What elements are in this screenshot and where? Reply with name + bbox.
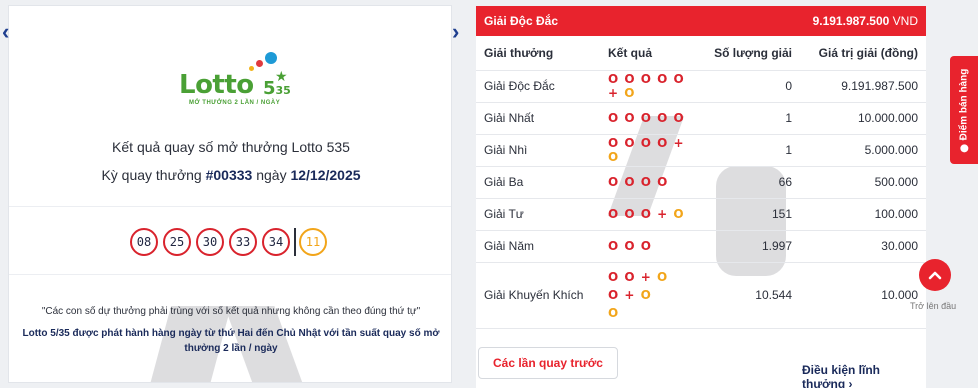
prize-value: 100.000 [800,198,926,231]
match-pattern: O O + O O + O O [600,262,696,329]
prize-value: 10.000 [800,262,926,329]
prize-table: Giải thưởng Kết quả Số lượng giải Giá tr… [476,36,926,329]
jackpot-value: 9.191.987.500 VND [812,14,918,28]
divider [9,206,451,207]
table-row: Giải Độc Đắc O O O O O + O 0 9.191.987.5… [476,70,926,103]
table-row: Giải Khuyến Khích O O + O O + O O 10.544… [476,262,926,329]
table-header-row: Giải thưởng Kết quả Số lượng giải Giá tr… [476,36,926,71]
divider [9,274,451,275]
col-header-result: Kết quả [600,36,696,71]
number-ball: 08 [130,228,158,256]
prize-name: Giải Tư [476,198,600,231]
prize-count: 1.997 [696,230,800,263]
prize-name: Giải Nhì [476,134,600,167]
previous-draws-button[interactable]: Các lần quay trước [478,347,618,379]
col-header-value: Giá trị giải (đồng) [800,36,926,71]
matching-note: "Các con số dự thưởng phải trùng với số … [41,306,421,317]
prize-name: Giải Năm [476,230,600,263]
table-row: Giải Tư O O O + O 151 100.000 [476,198,926,231]
prize-value: 500.000 [800,166,926,199]
table-row: Giải Nhất O O O O O 1 10.000.000 [476,102,926,135]
prize-value: 10.000.000 [800,102,926,135]
prize-name: Giải Nhất [476,102,600,135]
sales-points-tab[interactable]: Điểm bán hàng [950,56,978,164]
match-pattern: O O O O O + O [600,70,696,103]
prize-count: 151 [696,198,800,231]
back-to-top-label: Trở lên đầu [910,301,957,311]
draw-period: Kỳ quay thưởng #00333 ngày 12/12/2025 [101,167,361,183]
chevron-right-icon[interactable]: › [452,21,468,43]
lotto-535-logo: Lotto 535 ★ MỞ THƯỞNG 2 LẦN / NGÀY [179,50,299,110]
col-header-count: Số lượng giải [696,36,800,71]
prize-count: 1 [696,102,800,135]
match-pattern: O O O O [600,166,696,199]
prize-value: 30.000 [800,230,926,263]
back-to-top-button[interactable] [919,259,951,291]
chevron-up-icon [928,271,942,280]
jackpot-label: Giải Độc Đắc [484,14,559,28]
match-pattern: O O O O + O [600,134,696,167]
prize-count: 0 [696,70,800,103]
match-pattern: O O O O O [600,102,696,135]
winning-numbers: 08 25 30 33 34 11 [130,228,332,256]
location-pin-icon [960,143,968,152]
prize-count: 66 [696,166,800,199]
star-icon: ★ [275,68,288,84]
prize-table-panel: Giải Độc Đắc 9.191.987.500 VND Giải thưở… [476,6,926,388]
number-ball: 33 [229,228,257,256]
prize-count: 10.544 [696,262,800,329]
page: Lotto 535 ★ MỞ THƯỞNG 2 LẦN / NGÀY Kết q… [0,0,978,388]
table-row: Giải Năm O O O 1.997 30.000 [476,230,926,263]
special-number-ball: 11 [299,228,327,256]
match-pattern: O O O [600,230,696,263]
prize-name: Giải Khuyến Khích [476,262,600,329]
col-header-prize: Giải thưởng [476,36,600,71]
number-ball: 25 [163,228,191,256]
jackpot-bar: Giải Độc Đắc 9.191.987.500 VND [476,6,926,36]
match-pattern: O O O + O [600,198,696,231]
prize-count: 1 [696,134,800,167]
prize-name: Giải Độc Đắc [476,70,600,103]
prize-name: Giải Ba [476,166,600,199]
prize-value: 5.000.000 [800,134,926,167]
table-row: Giải Nhì O O O O + O 1 5.000.000 [476,134,926,167]
table-row: Giải Ba O O O O 66 500.000 [476,166,926,199]
number-ball: 30 [196,228,224,256]
chevron-left-icon[interactable]: ‹ [2,21,18,43]
claim-conditions-link[interactable]: Điều kiện lĩnh thưởng › [802,363,926,388]
number-ball: 34 [262,228,290,256]
divider [294,228,296,256]
schedule-note: Lotto 5/35 được phát hành hàng ngày từ t… [22,328,440,354]
draw-result-card: Lotto 535 ★ MỞ THƯỞNG 2 LẦN / NGÀY Kết q… [8,5,452,383]
result-title: Kết quả quay số mở thưởng Lotto 535 [112,139,350,155]
prize-value: 9.191.987.500 [800,70,926,103]
